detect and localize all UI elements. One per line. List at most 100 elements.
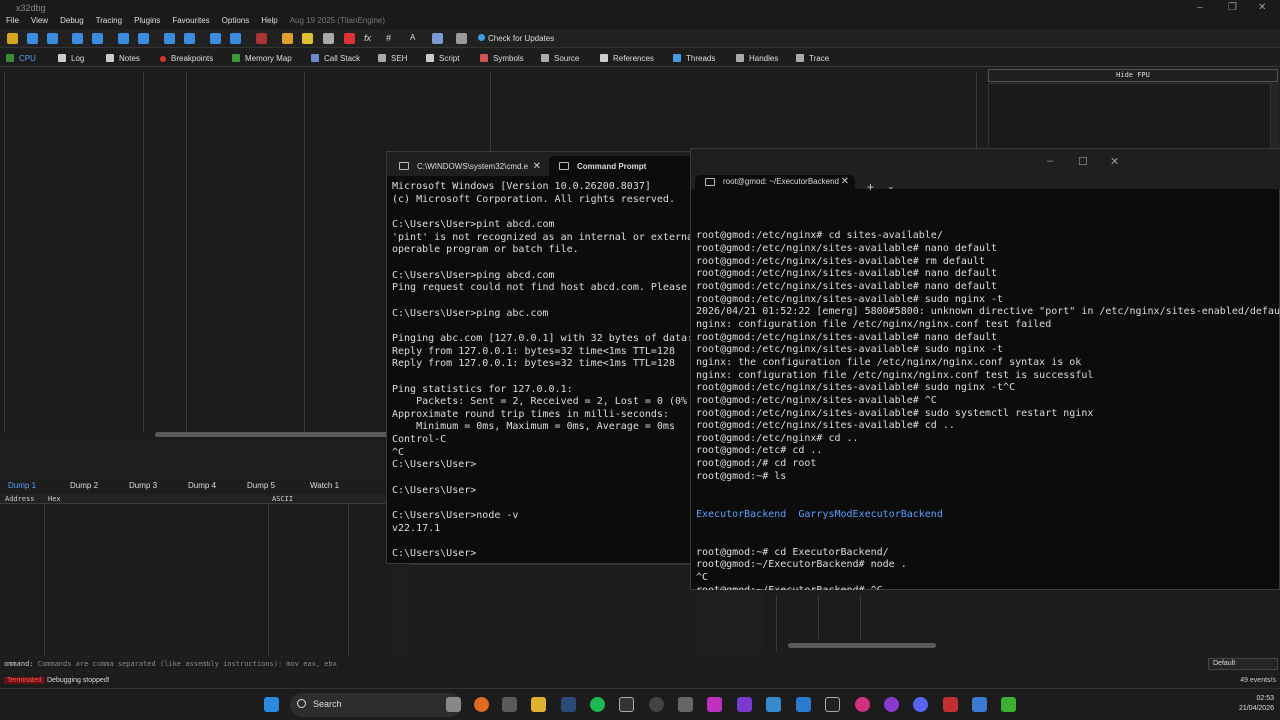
- tab-cmd-system32[interactable]: C:\WINDOWS\system32\cmd.e ✕: [389, 156, 547, 176]
- firefox-icon[interactable]: [474, 697, 489, 712]
- discord-icon[interactable]: [913, 697, 928, 712]
- minimize-icon[interactable]: –: [1047, 155, 1053, 167]
- system-clock[interactable]: 02:53 21/04/2026: [1239, 694, 1274, 714]
- app-icon[interactable]: [855, 697, 870, 712]
- default-select[interactable]: Default: [1208, 658, 1278, 670]
- record-icon[interactable]: [256, 33, 267, 44]
- close-tab-icon[interactable]: ✕: [533, 161, 541, 172]
- taskbar-search[interactable]: Search: [290, 693, 462, 717]
- github-icon[interactable]: [649, 697, 664, 712]
- tab-command-prompt[interactable]: Command Prompt ✕: [549, 156, 709, 176]
- wsl-output[interactable]: root@gmod:/etc/nginx# cd sites-available…: [696, 205, 1280, 590]
- tab-references[interactable]: References: [600, 54, 654, 63]
- debugger-app-icon[interactable]: [1001, 697, 1016, 712]
- restore-icon[interactable]: ❐: [1228, 2, 1237, 13]
- pencil-icon[interactable]: [282, 33, 293, 44]
- app-icon[interactable]: [884, 697, 899, 712]
- close-icon[interactable]: ✕: [1258, 2, 1266, 13]
- steam-icon[interactable]: [561, 697, 576, 712]
- stack-pane[interactable]: [410, 564, 690, 654]
- menu-tracing[interactable]: Tracing: [96, 16, 122, 29]
- run-to-user-code-icon[interactable]: [230, 33, 241, 44]
- check-updates-button[interactable]: Check for Updates: [478, 34, 554, 43]
- command-input[interactable]: Commands are comma separated (like assem…: [38, 660, 337, 668]
- tab-source[interactable]: Source: [541, 54, 579, 63]
- tab-symbols[interactable]: Symbols: [480, 54, 524, 63]
- stop-icon[interactable]: [47, 33, 58, 44]
- cmd-output[interactable]: Microsoft Windows [Version 10.0.26200.80…: [392, 181, 692, 561]
- maximize-icon[interactable]: ☐: [1078, 155, 1088, 168]
- horizontal-scrollbar[interactable]: [155, 432, 390, 437]
- console-icon[interactable]: [825, 697, 840, 712]
- app-icon[interactable]: [972, 697, 987, 712]
- tab-cpu[interactable]: CPU: [6, 54, 36, 63]
- menu-debug[interactable]: Debug: [60, 16, 84, 29]
- tab-dump-5[interactable]: Dump 5: [247, 481, 275, 490]
- calculator-icon[interactable]: [456, 33, 467, 44]
- tab-dump-3[interactable]: Dump 3: [129, 481, 157, 490]
- vscode-icon[interactable]: [796, 697, 811, 712]
- file-explorer-icon[interactable]: [531, 697, 546, 712]
- menu-file[interactable]: File: [6, 16, 19, 29]
- step-over-icon[interactable]: [138, 33, 149, 44]
- tab-trace[interactable]: Trace: [796, 54, 829, 63]
- dump-pane[interactable]: [0, 505, 390, 655]
- app-icon[interactable]: [943, 697, 958, 712]
- cmd-terminal-window[interactable]: C:\WINDOWS\system32\cmd.e ✕ Command Prom…: [386, 151, 721, 564]
- run-icon[interactable]: [72, 33, 83, 44]
- patch-icon[interactable]: [432, 33, 443, 44]
- execute-till-return-icon[interactable]: [210, 33, 221, 44]
- task-view-icon[interactable]: [446, 697, 461, 712]
- windows-start-icon[interactable]: [264, 697, 279, 712]
- open-icon[interactable]: [7, 33, 18, 44]
- tab-script[interactable]: Script: [426, 54, 459, 63]
- menu-favourites[interactable]: Favourites: [172, 16, 209, 29]
- stack-view-pane[interactable]: [764, 591, 1280, 655]
- close-icon[interactable]: ✕: [1110, 155, 1119, 168]
- wsl-output-line: 2026/04/21 01:52:22 [emerg] 5800#5800: u…: [696, 306, 1280, 318]
- tab-breakpoints[interactable]: Breakpoints: [160, 54, 213, 63]
- minimize-icon[interactable]: –: [1197, 2, 1203, 13]
- app-icon[interactable]: [707, 697, 722, 712]
- tab-root-gmod[interactable]: root@gmod: ~/ExecutorBackend ✕: [695, 175, 855, 191]
- tab-watch-1[interactable]: Watch 1: [310, 481, 339, 490]
- comment-icon[interactable]: [302, 33, 313, 44]
- step-into-icon[interactable]: [118, 33, 129, 44]
- new-tab-icon[interactable]: +: [867, 180, 874, 194]
- horizontal-scrollbar[interactable]: [788, 643, 936, 648]
- tab-seh[interactable]: SEH: [378, 54, 407, 63]
- tab-call-stack[interactable]: Call Stack: [311, 54, 360, 63]
- label-icon[interactable]: [323, 33, 334, 44]
- tab-log[interactable]: Log: [58, 54, 84, 63]
- package-icon[interactable]: [678, 697, 693, 712]
- spotify-icon[interactable]: [590, 697, 605, 712]
- tab-memory-map[interactable]: Memory Map: [232, 54, 292, 63]
- tab-dump-2[interactable]: Dump 2: [70, 481, 98, 490]
- trace-over-icon[interactable]: [184, 33, 195, 44]
- linux-terminal-window[interactable]: – ☐ ✕ root@gmod: ~/ExecutorBackend ✕ + ⌄…: [690, 148, 1280, 590]
- command-bar[interactable]: ommand: Commands are comma separated (li…: [0, 658, 1280, 670]
- tab-notes[interactable]: Notes: [106, 54, 140, 63]
- hide-fpu-button[interactable]: Hide FPU: [988, 69, 1278, 82]
- image-viewer-icon[interactable]: [766, 697, 781, 712]
- restart-icon[interactable]: [27, 33, 38, 44]
- bookmark-icon[interactable]: [344, 33, 355, 44]
- tab-dump-1[interactable]: Dump 1: [8, 481, 36, 490]
- store-icon[interactable]: [502, 697, 517, 712]
- visual-studio-icon[interactable]: [737, 697, 752, 712]
- close-tab-icon[interactable]: ✕: [841, 176, 849, 187]
- tab-handles[interactable]: Handles: [736, 54, 778, 63]
- trace-into-icon[interactable]: [164, 33, 175, 44]
- pause-icon[interactable]: [92, 33, 103, 44]
- chevron-down-icon[interactable]: ⌄: [887, 181, 895, 192]
- tab-threads[interactable]: Threads: [673, 54, 715, 63]
- menu-options[interactable]: Options: [222, 16, 250, 29]
- menu-view[interactable]: View: [31, 16, 48, 29]
- menu-help[interactable]: Help: [261, 16, 277, 29]
- hash-icon[interactable]: #: [386, 33, 397, 44]
- tab-dump-4[interactable]: Dump 4: [188, 481, 216, 490]
- menu-plugins[interactable]: Plugins: [134, 16, 160, 29]
- font-icon[interactable]: A: [410, 33, 421, 44]
- terminal-app-icon[interactable]: [619, 697, 634, 712]
- function-icon[interactable]: fx: [364, 33, 375, 44]
